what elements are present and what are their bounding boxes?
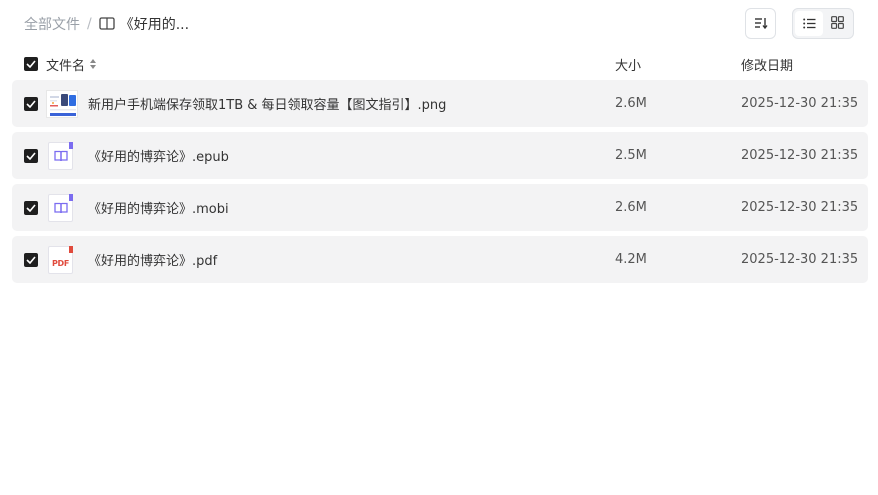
file-name[interactable]: 新用户手机端保存领取1TB & 每日领取容量【图文指引】.png (88, 80, 446, 127)
sort-button[interactable] (745, 8, 776, 39)
column-header-date[interactable]: 修改日期 (741, 52, 793, 76)
file-thumbnail (46, 80, 78, 127)
file-name[interactable]: 《好用的博弈论》.mobi (88, 184, 229, 231)
file-size: 2.5M (615, 148, 647, 163)
row-checkbox-cell (24, 80, 38, 127)
file-browser: 全部文件 / 《好用的... 文件名 大小 修改日期 新用户手机端保存领取1TB… (0, 0, 878, 495)
grid-view-button[interactable] (823, 11, 851, 36)
list-view-icon (802, 14, 816, 33)
book-icon (48, 193, 73, 222)
row-checkbox-cell (24, 132, 38, 179)
sort-icon (754, 14, 768, 33)
breadcrumb-current-folder[interactable]: 《好用的... (120, 14, 189, 34)
grid-view-icon (830, 14, 844, 33)
book-icon (48, 141, 73, 170)
file-modified-date: 2025-12-30 21:35 (741, 96, 859, 111)
file-modified-date: 2025-12-30 21:35 (741, 200, 859, 215)
image-icon (46, 89, 78, 118)
file-row[interactable]: 新用户手机端保存领取1TB & 每日领取容量【图文指引】.png 2.6M 20… (12, 80, 868, 127)
file-row[interactable]: 《好用的博弈论》.mobi 2.6M 2025-12-30 21:35 (12, 184, 868, 231)
file-size: 2.6M (615, 200, 647, 215)
sort-caret-icon (89, 58, 97, 70)
file-size: 2.6M (615, 96, 647, 111)
file-row[interactable]: 《好用的博弈论》.epub 2.5M 2025-12-30 21:35 (12, 132, 868, 179)
file-thumbnail: PDF (46, 236, 73, 283)
file-modified-date: 2025-12-30 21:35 (741, 252, 859, 267)
column-header-name[interactable]: 文件名 (46, 52, 97, 76)
row-checkbox[interactable] (24, 252, 38, 267)
view-mode-toggle (792, 8, 854, 39)
list-view-button[interactable] (795, 11, 823, 36)
column-header-name-label: 文件名 (46, 58, 86, 74)
pdf-icon-label: PDF (51, 259, 70, 268)
row-checkbox-cell (24, 184, 38, 231)
column-header-size[interactable]: 大小 (615, 52, 641, 76)
select-all-checkbox[interactable] (24, 57, 38, 71)
select-all-checkbox-cell (24, 52, 38, 76)
file-list-header: 文件名 大小 修改日期 (12, 52, 868, 76)
file-name[interactable]: 《好用的博弈论》.epub (88, 132, 229, 179)
row-checkbox[interactable] (24, 148, 38, 163)
file-size: 4.2M (615, 252, 647, 267)
breadcrumb-separator: / (87, 16, 92, 32)
file-thumbnail (46, 132, 73, 179)
breadcrumb-root-link[interactable]: 全部文件 (24, 14, 80, 34)
row-checkbox-cell (24, 236, 38, 283)
book-folder-icon (99, 17, 115, 31)
file-thumbnail (46, 184, 73, 231)
file-row[interactable]: PDF 《好用的博弈论》.pdf 4.2M 2025-12-30 21:35 (12, 236, 868, 283)
row-checkbox[interactable] (24, 200, 38, 215)
file-modified-date: 2025-12-30 21:35 (741, 148, 859, 163)
file-name[interactable]: 《好用的博弈论》.pdf (88, 236, 217, 283)
row-checkbox[interactable] (24, 96, 38, 111)
pdf-icon: PDF (48, 245, 73, 274)
breadcrumb: 全部文件 / 《好用的... (24, 14, 189, 34)
